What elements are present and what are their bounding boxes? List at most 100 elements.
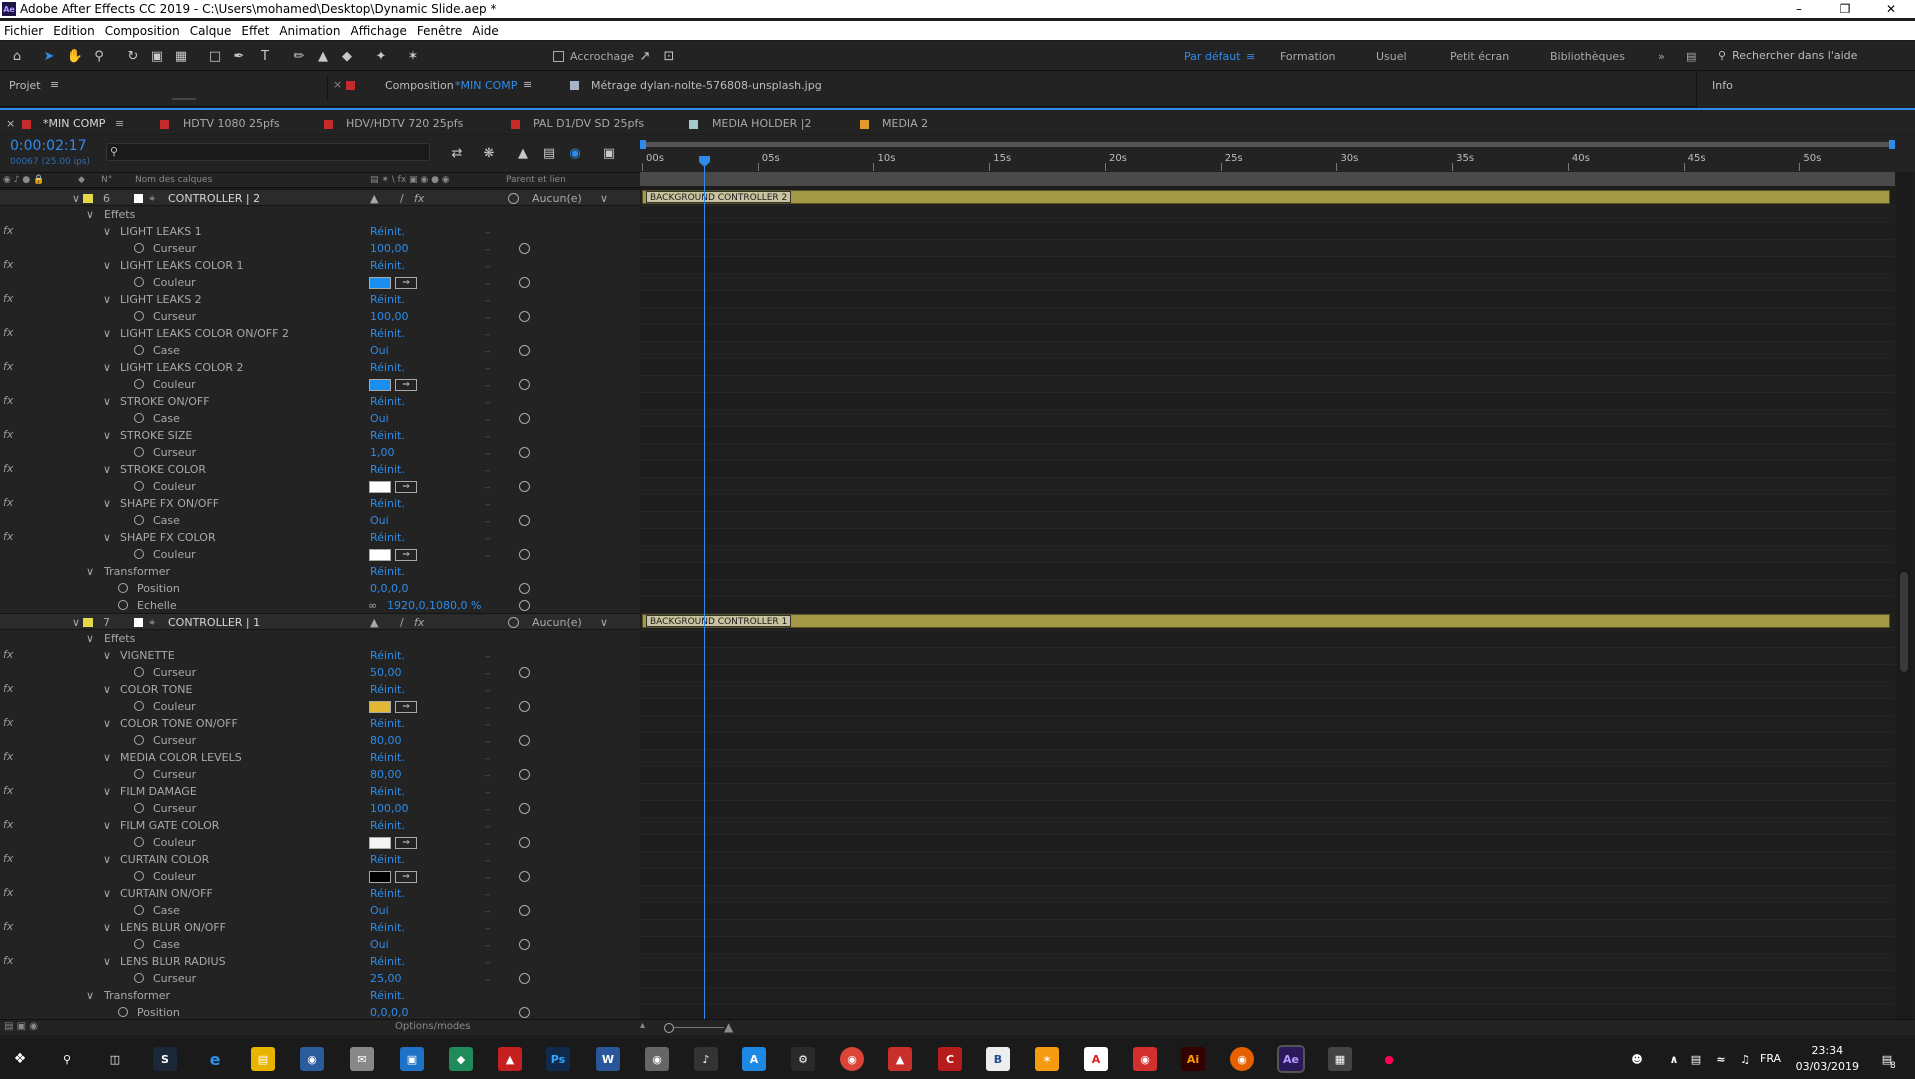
eyedropper-icon[interactable]: ⇒ <box>395 871 417 883</box>
timeline-track[interactable] <box>640 597 1895 614</box>
reset-link[interactable]: Réinit. <box>370 327 405 340</box>
camera-tool-icon[interactable]: ▣ <box>148 47 166 65</box>
volume-icon[interactable]: ♫ <box>1733 1047 1757 1071</box>
pickwhip-icon[interactable] <box>519 667 530 678</box>
snap-checkbox[interactable] <box>553 51 564 62</box>
reset-link[interactable]: Réinit. <box>370 751 405 764</box>
timeline-track[interactable] <box>640 393 1895 410</box>
expand-arrow-icon[interactable]: ∨ <box>103 361 111 374</box>
composition-viewer-tab[interactable]: *MIN COMP <box>455 79 517 92</box>
reset-link[interactable]: Réinit. <box>370 989 405 1002</box>
effect-row[interactable]: fx ∨ LIGHT LEAKS 2 Réinit. _ <box>0 291 640 308</box>
pickwhip-icon[interactable] <box>519 549 530 560</box>
workspace-bibliotheques[interactable]: Bibliothèques <box>1550 50 1625 63</box>
reset-link[interactable]: Réinit. <box>370 497 405 510</box>
draft-3d-icon[interactable]: ❋ <box>480 144 498 162</box>
transform-property-row[interactable]: Position 0,0,0,0 <box>0 1004 640 1019</box>
current-time-indicator[interactable] <box>704 160 706 1020</box>
expand-arrow-icon[interactable]: ∨ <box>72 192 80 205</box>
windows-start-icon[interactable]: ❖ <box>8 1047 32 1071</box>
pen-tool-icon[interactable]: ✒ <box>230 47 248 65</box>
expand-arrow-icon[interactable]: ∨ <box>86 989 94 1002</box>
creative-cloud-icon[interactable]: ◉ <box>1133 1047 1157 1071</box>
pickwhip-icon[interactable] <box>508 617 519 628</box>
stopwatch-icon[interactable] <box>134 735 144 745</box>
rotate-tool-icon[interactable]: ↻ <box>124 47 142 65</box>
timeline-track[interactable] <box>640 444 1895 461</box>
fx-icon[interactable]: fx <box>3 818 13 831</box>
reset-link[interactable]: Réinit. <box>370 429 405 442</box>
timeline-track[interactable] <box>640 427 1895 444</box>
property-row[interactable]: Curseur _ 100,00 <box>0 308 640 325</box>
reset-link[interactable]: Réinit. <box>370 955 405 968</box>
property-row[interactable]: Curseur _ 80,00 <box>0 766 640 783</box>
timeline-track[interactable] <box>640 512 1895 529</box>
pickwhip-icon[interactable] <box>519 769 530 780</box>
fx-icon[interactable]: fx <box>3 750 13 763</box>
property-value[interactable]: Oui <box>370 412 389 425</box>
property-row[interactable]: Curseur _ 1,00 <box>0 444 640 461</box>
menu-edition[interactable]: Edition <box>49 24 101 38</box>
layer-row[interactable]: ∨ 7 ⌖ CONTROLLER | 1 ▲ / fx Aucun(e) ∨ <box>0 613 640 630</box>
fx-icon[interactable]: fx <box>3 716 13 729</box>
expand-arrow-icon[interactable]: ∨ <box>86 632 94 645</box>
stopwatch-icon[interactable] <box>118 600 128 610</box>
stopwatch-icon[interactable] <box>134 515 144 525</box>
timeline-track[interactable] <box>640 699 1895 716</box>
pan-behind-tool-icon[interactable]: ▦ <box>172 47 190 65</box>
fx-icon[interactable]: fx <box>3 920 13 933</box>
stopwatch-icon[interactable] <box>134 277 144 287</box>
expand-arrow-icon[interactable]: ∨ <box>103 259 111 272</box>
pickwhip-icon[interactable] <box>519 413 530 424</box>
shy-switch-icon[interactable]: ▲ <box>370 192 378 205</box>
property-value[interactable]: 1920,0,1080,0 % <box>387 599 481 612</box>
quality-switch-icon[interactable]: / <box>400 616 404 629</box>
reset-link[interactable]: Réinit. <box>370 887 405 900</box>
tab-menu-icon[interactable]: ≡ <box>115 117 124 130</box>
transform-group-row[interactable]: ∨ Transformer Réinit. <box>0 563 640 580</box>
tab-hdtv-1080[interactable]: HDTV 1080 25pfs <box>183 117 280 130</box>
project-scrollbar[interactable] <box>172 98 196 100</box>
b-app-icon[interactable]: B <box>986 1047 1010 1071</box>
property-row[interactable]: Couleur _ ⇒ <box>0 478 640 495</box>
fx-icon[interactable]: fx <box>3 462 13 475</box>
property-value[interactable]: Oui <box>370 514 389 527</box>
zoom-tool-icon[interactable]: ⚲ <box>90 47 108 65</box>
rectangle-tool-icon[interactable]: □ <box>206 47 224 65</box>
search-icon[interactable]: ⚲ <box>55 1047 79 1071</box>
layer-name-column-header[interactable]: Nom des calques <box>135 175 212 185</box>
effect-row[interactable]: fx ∨ STROKE ON/OFF Réinit. _ <box>0 393 640 410</box>
fx-icon[interactable]: fx <box>3 784 13 797</box>
zoom-out-icon[interactable]: ▴ <box>640 1020 645 1031</box>
chevron-down-icon[interactable]: ∨ <box>600 192 608 205</box>
after-effects-taskbar-icon[interactable]: Ae <box>1277 1045 1305 1073</box>
effect-row[interactable]: fx ∨ LIGHT LEAKS COLOR ON/OFF 2 Réinit. _ <box>0 325 640 342</box>
color-swatch[interactable] <box>369 277 391 289</box>
fx-icon[interactable]: fx <box>3 496 13 509</box>
graph-editor-icon[interactable]: ▣ <box>600 144 618 162</box>
timeline-track[interactable] <box>640 903 1895 920</box>
expand-arrow-icon[interactable]: ∨ <box>103 497 111 510</box>
timeline-track[interactable] <box>640 648 1895 665</box>
timeline-track[interactable] <box>640 342 1895 359</box>
property-value[interactable]: Oui <box>370 938 389 951</box>
menu-calque[interactable]: Calque <box>186 24 238 38</box>
pickwhip-icon[interactable] <box>519 345 530 356</box>
timeline-track[interactable] <box>640 733 1895 750</box>
timeline-track[interactable] <box>640 206 1895 223</box>
property-value[interactable]: 100,00 <box>370 242 409 255</box>
workspace-menu-icon[interactable]: ≡ <box>1246 50 1255 63</box>
effect-row[interactable]: fx ∨ MEDIA COLOR LEVELS Réinit. _ <box>0 749 640 766</box>
reset-link[interactable]: Réinit. <box>370 531 405 544</box>
timeline-track[interactable] <box>640 852 1895 869</box>
timeline-track[interactable] <box>640 784 1895 801</box>
info-panel-tab[interactable]: Info <box>1712 79 1733 92</box>
effect-row[interactable]: fx ∨ COLOR TONE Réinit. _ <box>0 681 640 698</box>
workspace-usuel[interactable]: Usuel <box>1376 50 1407 63</box>
property-row[interactable]: Case _ Oui <box>0 902 640 919</box>
layer-label-swatch[interactable] <box>83 618 93 627</box>
workspace-editor-icon[interactable]: ▤ <box>1686 50 1696 63</box>
illustrator-icon[interactable]: Ai <box>1181 1047 1205 1071</box>
fx-icon[interactable]: fx <box>3 326 13 339</box>
media-app-icon[interactable]: ◉ <box>645 1047 669 1071</box>
